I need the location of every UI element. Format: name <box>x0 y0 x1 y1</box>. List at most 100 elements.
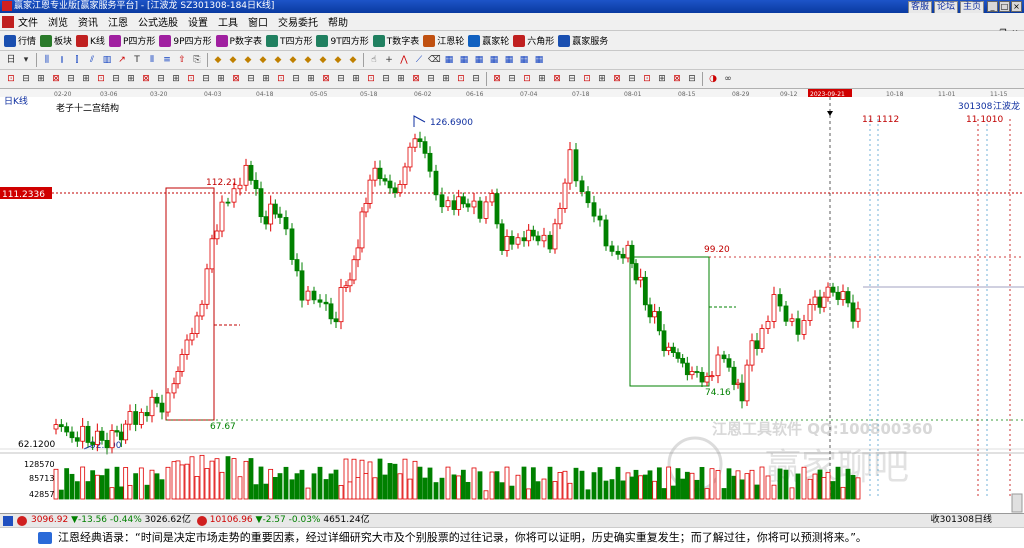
toolbar-button-0[interactable]: 行情 <box>4 34 36 47</box>
mark-21-icon[interactable]: ⊞ <box>304 72 318 86</box>
mark-29-icon[interactable]: ⊟ <box>424 72 438 86</box>
grid-5-icon[interactable]: ▦ <box>502 53 516 67</box>
mark-33-icon[interactable]: ⊠ <box>490 72 504 86</box>
mark-46-icon[interactable]: ⊟ <box>685 72 699 86</box>
diamond-1-icon[interactable]: ◆ <box>211 53 225 67</box>
diamond-2-icon[interactable]: ◆ <box>226 53 240 67</box>
color-wheel-icon[interactable]: ◑ <box>706 72 720 86</box>
grid-1-icon[interactable]: ▦ <box>442 53 456 67</box>
menu-tools[interactable]: 工具 <box>218 14 238 29</box>
fib-icon[interactable]: ≡ <box>160 53 174 67</box>
candle-icon[interactable]: ⫾ <box>55 53 69 67</box>
arrow-icon[interactable]: ⇧ <box>175 53 189 67</box>
diamond-9-icon[interactable]: ◆ <box>331 53 345 67</box>
diamond-6-icon[interactable]: ◆ <box>286 53 300 67</box>
toolbar-button-7[interactable]: 9T四方形 <box>316 34 369 47</box>
menu-help[interactable]: 帮助 <box>328 14 348 29</box>
mark-40-icon[interactable]: ⊞ <box>595 72 609 86</box>
toolbar-button-12[interactable]: 赢家服务 <box>558 34 608 47</box>
diamond-3-icon[interactable]: ◆ <box>241 53 255 67</box>
mark-5-icon[interactable]: ⊟ <box>64 72 78 86</box>
mark-24-icon[interactable]: ⊞ <box>349 72 363 86</box>
grid-6-icon[interactable]: ▦ <box>517 53 531 67</box>
mark-31-icon[interactable]: ⊡ <box>454 72 468 86</box>
dropdown-arrow-icon[interactable]: ▾ <box>19 53 33 67</box>
fan-icon[interactable]: ⟋ <box>412 53 426 67</box>
mark-26-icon[interactable]: ⊟ <box>379 72 393 86</box>
mark-27-icon[interactable]: ⊞ <box>394 72 408 86</box>
grid-7-icon[interactable]: ▦ <box>532 53 546 67</box>
maximize-button[interactable]: □ <box>999 1 1010 12</box>
mark-16-icon[interactable]: ⊠ <box>229 72 243 86</box>
mark-20-icon[interactable]: ⊟ <box>289 72 303 86</box>
volume-icon[interactable]: ▥ <box>100 53 114 67</box>
mark-37-icon[interactable]: ⊠ <box>550 72 564 86</box>
trend-icon[interactable]: ↗ <box>115 53 129 67</box>
minimize-button[interactable]: _ <box>987 1 998 12</box>
period-select-icon[interactable]: 日 <box>4 53 18 67</box>
menu-file[interactable]: 文件 <box>18 14 38 29</box>
menu-settings[interactable]: 设置 <box>188 14 208 29</box>
mark-28-icon[interactable]: ⊠ <box>409 72 423 86</box>
mark-4-icon[interactable]: ⊠ <box>49 72 63 86</box>
zigzag-icon[interactable]: ⋀ <box>397 53 411 67</box>
diamond-7-icon[interactable]: ◆ <box>301 53 315 67</box>
mark-45-icon[interactable]: ⊠ <box>670 72 684 86</box>
crosshair-icon[interactable]: + <box>382 53 396 67</box>
line-icon[interactable]: ⫽ <box>85 53 99 67</box>
toolbar-button-8[interactable]: T数字表 <box>372 34 419 47</box>
close-button[interactable]: × <box>1011 1 1022 12</box>
menu-news[interactable]: 资讯 <box>78 14 98 29</box>
mark-22-icon[interactable]: ⊠ <box>319 72 333 86</box>
mark-32-icon[interactable]: ⊟ <box>469 72 483 86</box>
toolbar-button-11[interactable]: 六角形 <box>513 34 554 47</box>
toolbar-button-6[interactable]: T四方形 <box>265 34 312 47</box>
vertical-scrollbar[interactable] <box>1011 493 1023 513</box>
toolbar-button-1[interactable]: 板块 <box>40 34 72 47</box>
mark-15-icon[interactable]: ⊞ <box>214 72 228 86</box>
mark-43-icon[interactable]: ⊡ <box>640 72 654 86</box>
mark-13-icon[interactable]: ⊡ <box>184 72 198 86</box>
ohlc-icon[interactable]: ⫿ <box>70 53 84 67</box>
menu-window[interactable]: 窗口 <box>248 14 268 29</box>
grid-4-icon[interactable]: ▦ <box>487 53 501 67</box>
mark-44-icon[interactable]: ⊞ <box>655 72 669 86</box>
mark-11-icon[interactable]: ⊟ <box>154 72 168 86</box>
mark-8-icon[interactable]: ⊟ <box>109 72 123 86</box>
mark-25-icon[interactable]: ⊡ <box>364 72 378 86</box>
mark-34-icon[interactable]: ⊟ <box>505 72 519 86</box>
menu-browse[interactable]: 浏览 <box>48 14 68 29</box>
mark-6-icon[interactable]: ⊞ <box>79 72 93 86</box>
mark-23-icon[interactable]: ⊟ <box>334 72 348 86</box>
toolbar-button-2[interactable]: K线 <box>76 34 105 47</box>
toolbar-button-10[interactable]: 赢家轮 <box>468 34 509 47</box>
toolbar-button-5[interactable]: P数字表 <box>215 34 262 47</box>
infinity-icon[interactable]: ∞ <box>721 72 735 86</box>
mark-12-icon[interactable]: ⊞ <box>169 72 183 86</box>
diamond-8-icon[interactable]: ◆ <box>316 53 330 67</box>
menu-gann[interactable]: 江恩 <box>108 14 128 29</box>
kline-chart-svg[interactable]: 02-20 03-06 03-20 04-03 04-18 05-05 05-18 06-02… <box>0 89 1024 514</box>
mark-17-icon[interactable]: ⊟ <box>244 72 258 86</box>
menu-trade[interactable]: 交易委托 <box>278 14 318 29</box>
mark-7-icon[interactable]: ⊡ <box>94 72 108 86</box>
text-icon[interactable]: T <box>130 53 144 67</box>
erase-icon[interactable]: ⌫ <box>427 53 441 67</box>
grid-3-icon[interactable]: ▦ <box>472 53 486 67</box>
mark-2-icon[interactable]: ⊟ <box>19 72 33 86</box>
kline-chart[interactable]: 02-20 03-06 03-20 04-03 04-18 05-05 05-18 06-02… <box>0 89 1024 514</box>
mark-38-icon[interactable]: ⊟ <box>565 72 579 86</box>
mark-1-icon[interactable]: ⊡ <box>4 72 18 86</box>
mark-36-icon[interactable]: ⊞ <box>535 72 549 86</box>
mark-41-icon[interactable]: ⊠ <box>610 72 624 86</box>
mark-42-icon[interactable]: ⊟ <box>625 72 639 86</box>
bar-chart-icon[interactable]: ⫼ <box>40 53 54 67</box>
toolbar-button-3[interactable]: P四方形 <box>108 34 155 47</box>
copy-icon[interactable]: ⎘ <box>190 53 204 67</box>
diamond-4-icon[interactable]: ◆ <box>256 53 270 67</box>
menu-formula-screen[interactable]: 公式选股 <box>138 14 178 29</box>
mark-39-icon[interactable]: ⊡ <box>580 72 594 86</box>
mark-9-icon[interactable]: ⊞ <box>124 72 138 86</box>
mark-3-icon[interactable]: ⊞ <box>34 72 48 86</box>
channel-icon[interactable]: ⫴ <box>145 53 159 67</box>
